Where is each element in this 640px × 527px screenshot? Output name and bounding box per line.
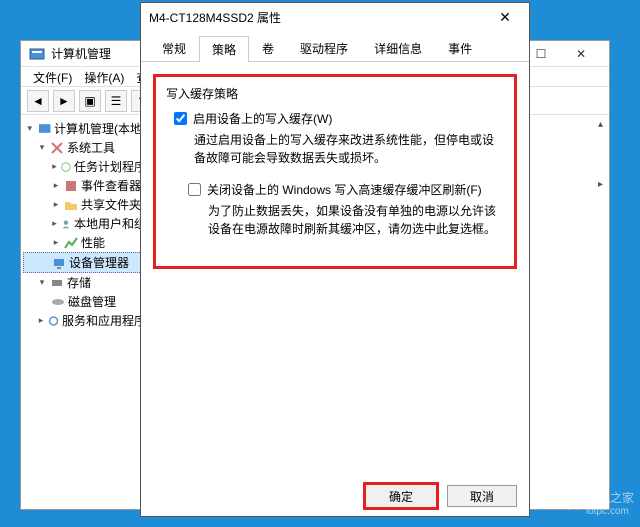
tree-event-viewer[interactable]: ▸ 事件查看器 xyxy=(23,176,148,195)
bg-close-button[interactable]: ✕ xyxy=(561,41,601,67)
bg-window-title: 计算机管理 xyxy=(51,45,111,62)
dialog-title: M4-CT128M4SSD2 属性 xyxy=(149,9,281,26)
navigation-tree[interactable]: ▾ 计算机管理(本地) ▾ 系统工具 ▸ 任务计划程序 ▸ 事件查看器 ▸ xyxy=(21,115,151,509)
write-cache-policy-label: 写入缓存策略 xyxy=(166,85,504,102)
computer-icon xyxy=(38,122,51,136)
scroll-down-arrow[interactable]: ▸ xyxy=(598,179,603,190)
event-icon xyxy=(64,179,78,193)
enable-write-cache-label: 启用设备上的写入缓存(W) xyxy=(193,110,332,127)
disable-flush-row[interactable]: 关闭设备上的 Windows 写入高速缓存缓冲区刷新(F) xyxy=(188,181,504,198)
enable-write-cache-desc: 通过启用设备上的写入缓存来改进系统性能，但停电或设备故障可能会导致数据丢失或损坏… xyxy=(194,131,504,167)
chevron-down-icon[interactable]: ▾ xyxy=(37,278,47,288)
chevron-right-icon[interactable]: ▸ xyxy=(51,238,61,248)
storage-icon xyxy=(50,276,64,290)
device-properties-dialog: M4-CT128M4SSD2 属性 ✕ 常规 策略 卷 驱动程序 详细信息 事件… xyxy=(140,2,530,517)
tree-local-users[interactable]: ▸ 本地用户和组 xyxy=(23,214,148,233)
tree-shared-folders[interactable]: ▸ 共享文件夹 xyxy=(23,195,148,214)
services-icon xyxy=(48,314,59,328)
watermark-url: lotpc.com xyxy=(586,506,634,517)
tab-details[interactable]: 详细信息 xyxy=(361,35,435,61)
toolbar-back-button[interactable]: ◄ xyxy=(27,90,49,112)
toolbar-forward-button[interactable]: ► xyxy=(53,90,75,112)
toolbar-props-button[interactable]: ☰ xyxy=(105,90,127,112)
clock-icon xyxy=(61,160,71,174)
star-icon: ☆ xyxy=(564,491,582,516)
folder-icon xyxy=(64,198,78,212)
tab-policies[interactable]: 策略 xyxy=(199,36,249,62)
watermark: ☆ 装机之家 lotpc.com xyxy=(564,489,634,517)
highlighted-policies-section: 写入缓存策略 启用设备上的写入缓存(W) 通过启用设备上的写入缓存来改进系统性能… xyxy=(153,74,517,269)
chevron-right-icon[interactable]: ▸ xyxy=(37,316,45,326)
tree-root[interactable]: ▾ 计算机管理(本地) xyxy=(23,119,148,138)
ok-button[interactable]: 确定 xyxy=(363,482,439,510)
chevron-right-icon[interactable]: ▸ xyxy=(51,162,58,172)
menu-file[interactable]: 文件(F) xyxy=(29,69,76,84)
tree-performance[interactable]: ▸ 性能 xyxy=(23,233,148,252)
tree-disk-management[interactable]: 磁盘管理 xyxy=(23,292,148,311)
tree-task-scheduler[interactable]: ▸ 任务计划程序 xyxy=(23,157,148,176)
device-icon xyxy=(52,256,66,270)
chevron-down-icon[interactable]: ▾ xyxy=(25,124,35,134)
tree-system-tools[interactable]: ▾ 系统工具 xyxy=(23,138,148,157)
cancel-button[interactable]: 取消 xyxy=(447,485,517,507)
chevron-right-icon[interactable]: ▸ xyxy=(51,219,58,229)
disable-flush-checkbox[interactable] xyxy=(188,183,201,196)
performance-icon xyxy=(64,236,78,250)
tab-content: 写入缓存策略 启用设备上的写入缓存(W) 通过启用设备上的写入缓存来改进系统性能… xyxy=(141,62,529,476)
tab-volumes[interactable]: 卷 xyxy=(249,35,287,61)
chevron-down-icon[interactable]: ▾ xyxy=(37,143,47,153)
enable-write-cache-checkbox[interactable] xyxy=(174,112,187,125)
tree-services[interactable]: ▸ 服务和应用程序 xyxy=(23,311,148,330)
menu-action[interactable]: 操作(A) xyxy=(80,69,128,84)
toolbar-up-button[interactable]: ▣ xyxy=(79,90,101,112)
dialog-tabs: 常规 策略 卷 驱动程序 详细信息 事件 xyxy=(141,31,529,62)
tab-general[interactable]: 常规 xyxy=(149,35,199,61)
dialog-titlebar: M4-CT128M4SSD2 属性 ✕ xyxy=(141,3,529,31)
tree-device-manager[interactable]: 设备管理器 xyxy=(23,252,148,273)
tab-events[interactable]: 事件 xyxy=(435,35,485,61)
tab-driver[interactable]: 驱动程序 xyxy=(287,35,361,61)
disable-flush-desc: 为了防止数据丢失，如果设备没有单独的电源以允许该设备在电源故障时刷新其缓冲区，请… xyxy=(208,202,504,238)
disk-icon xyxy=(51,295,65,309)
tools-icon xyxy=(50,141,64,155)
scroll-up-arrow[interactable]: ▴ xyxy=(598,119,603,130)
enable-write-cache-row[interactable]: 启用设备上的写入缓存(W) xyxy=(174,110,504,127)
computer-management-icon xyxy=(29,46,45,62)
chevron-right-icon[interactable]: ▸ xyxy=(51,200,61,210)
dialog-close-button[interactable]: ✕ xyxy=(489,9,521,26)
chevron-right-icon[interactable]: ▸ xyxy=(51,181,61,191)
dialog-button-row: 确定 取消 xyxy=(141,476,529,516)
watermark-text: 装机之家 xyxy=(586,489,634,506)
users-icon xyxy=(61,217,71,231)
tree-storage[interactable]: ▾ 存储 xyxy=(23,273,148,292)
disable-flush-label: 关闭设备上的 Windows 写入高速缓存缓冲区刷新(F) xyxy=(207,181,482,198)
